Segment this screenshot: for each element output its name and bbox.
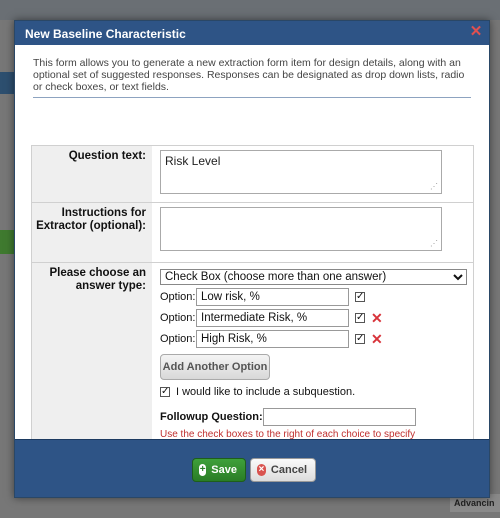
new-baseline-dialog: New Baseline Characteristic ✕ This form … [14,20,490,498]
question-label: Question text: [32,146,152,202]
followup-row: Followup Question: [160,408,473,426]
save-label: Save [211,464,237,476]
option-input[interactable] [196,288,349,306]
resize-grip-icon[interactable]: ⋰ [430,239,438,248]
delete-option-icon[interactable]: ✕ [371,311,383,325]
question-textarea[interactable]: Risk Level [160,150,442,194]
option-row: Option: ✓ ✕ [160,330,473,348]
cancel-button[interactable]: × Cancel [250,458,316,482]
instructions-label: Instructions for Extractor (optional): [32,203,152,262]
close-icon[interactable]: ✕ [469,24,483,39]
option-label: Option: [160,333,196,345]
add-option-button[interactable]: Add Another Option [160,354,270,380]
option-label: Option: [160,312,196,324]
answer-type-select[interactable]: Check Box (choose more than one answer) [160,269,467,285]
dialog-title: New Baseline Characteristic [25,27,186,41]
dialog-intro: This form allows you to generate a new e… [33,57,471,98]
instructions-textarea[interactable] [160,207,442,251]
plus-icon: + [199,464,207,476]
option-subquestion-checkbox[interactable]: ✓ [355,313,365,323]
option-subquestion-checkbox[interactable]: ✓ [355,292,365,302]
option-input[interactable] [196,330,349,348]
option-row: Option: ✓ ✕ [160,309,473,327]
answer-type-label: Please choose an answer type: [32,263,152,447]
dialog-titlebar: New Baseline Characteristic ✕ [15,21,489,45]
subquestion-checkbox[interactable]: ✓ [160,387,170,397]
dialog-footer: + Save × Cancel [15,439,489,497]
option-subquestion-checkbox[interactable]: ✓ [355,334,365,344]
background-tab [0,72,14,94]
option-row: Option: ✓ [160,288,473,306]
option-input[interactable] [196,309,349,327]
cancel-label: Cancel [270,464,307,476]
followup-label: Followup Question: [160,411,263,423]
option-label: Option: [160,291,196,303]
cancel-icon: × [257,464,266,476]
answer-type-row: Please choose an answer type: Check Box … [32,263,473,451]
subquestion-label: I would like to include a subquestion. [176,386,356,398]
background-header [0,0,500,20]
instructions-row: Instructions for Extractor (optional): ⋰ [32,203,473,263]
resize-grip-icon[interactable]: ⋰ [430,182,438,191]
subquestion-row: ✓ I would like to include a subquestion. [160,386,473,398]
form-table: Question text: Risk Level ⋰ Instructions… [31,145,474,451]
background-button [0,230,14,254]
delete-option-icon[interactable]: ✕ [371,332,383,346]
question-row: Question text: Risk Level ⋰ [32,146,473,203]
followup-input[interactable] [262,408,416,426]
save-button[interactable]: + Save [192,458,246,482]
